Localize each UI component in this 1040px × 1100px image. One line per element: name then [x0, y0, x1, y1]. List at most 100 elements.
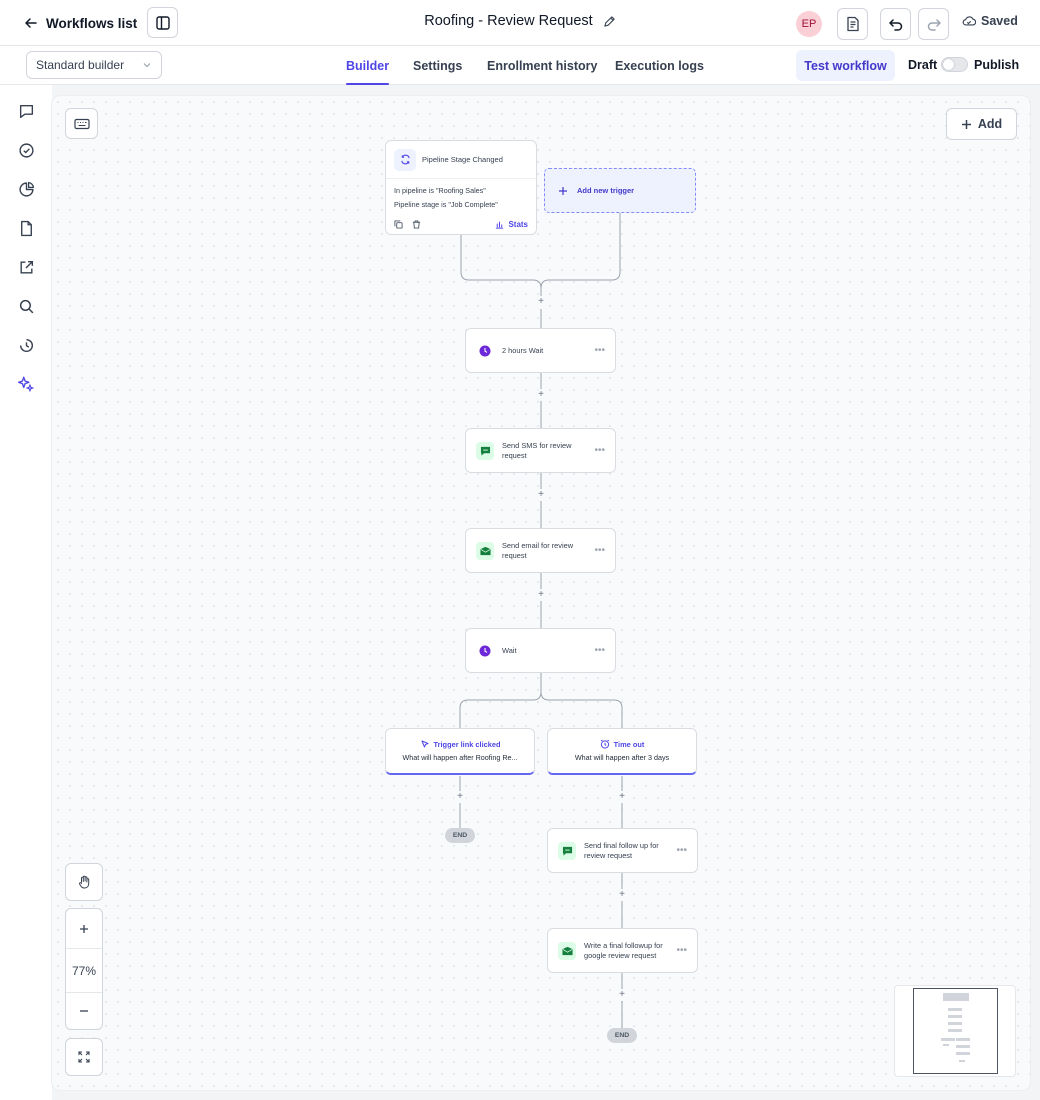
workflow-step[interactable]: Wait ••• [465, 628, 616, 673]
trigger-footer: Stats [394, 218, 528, 230]
external-link-icon[interactable] [16, 257, 36, 277]
link-click-icon [421, 740, 429, 748]
search-icon[interactable] [16, 296, 36, 316]
minimap[interactable] [894, 985, 1016, 1077]
branch-title: Time out [548, 739, 696, 749]
add-step-plus[interactable]: + [535, 389, 547, 401]
more-options-icon[interactable]: ••• [594, 645, 605, 656]
top-bar: Workflows list Roofing - Review Request … [0, 0, 1040, 46]
branch-desc: What will happen after Roofing Re... [402, 753, 518, 762]
keyboard-shortcuts-button[interactable] [65, 108, 98, 139]
add-step-plus[interactable]: + [454, 791, 466, 803]
branch-desc: What will happen after 3 days [574, 753, 670, 762]
zoom-level: 77% [66, 949, 102, 993]
saved-label: Saved [981, 14, 1018, 28]
sms-icon [476, 441, 494, 460]
workflow-step[interactable]: Send email for review request ••• [465, 528, 616, 573]
step-label: Send SMS for review request [502, 440, 572, 460]
trigger-title: Pipeline Stage Changed [422, 155, 503, 164]
workflow-step[interactable]: Send final follow up for review request … [547, 828, 698, 873]
document-check-icon [846, 16, 859, 32]
tab-enrollment-history[interactable]: Enrollment history [487, 46, 597, 85]
zoom-out-button[interactable] [66, 993, 102, 1029]
trigger-header: Pipeline Stage Changed [386, 141, 536, 179]
clock-icon [476, 642, 494, 660]
redo-icon [927, 19, 941, 31]
add-new-trigger-label: Add new trigger [577, 186, 635, 195]
sms-icon [558, 841, 576, 860]
add-new-trigger-button[interactable]: Add new trigger [544, 168, 696, 213]
add-step-plus[interactable]: + [616, 989, 628, 1001]
trigger-condition: Pipeline stage is "Job Complete" [394, 200, 498, 209]
add-step-plus[interactable]: + [535, 489, 547, 501]
publish-toggle[interactable] [941, 57, 968, 72]
branch-title-text: Time out [613, 739, 645, 749]
keyboard-icon [73, 118, 90, 129]
add-button[interactable]: Add [946, 108, 1017, 140]
copy-icon[interactable] [394, 219, 403, 229]
branch-title-text: Trigger link clicked [433, 739, 501, 749]
add-step-plus[interactable]: + [535, 589, 547, 601]
more-options-icon[interactable]: ••• [676, 945, 687, 956]
sparkle-icon[interactable] [16, 374, 36, 394]
email-icon [476, 541, 494, 560]
redo-button[interactable] [918, 8, 949, 40]
zoom-in-button[interactable] [66, 909, 102, 949]
workflow-step[interactable]: Write a final followup for google review… [547, 928, 698, 973]
publish-label: Publish [974, 58, 1020, 72]
add-step-plus[interactable]: + [616, 791, 628, 803]
add-label: Add [977, 117, 1003, 131]
branch-title: Trigger link clicked [386, 739, 534, 749]
tab-execution-logs[interactable]: Execution logs [615, 46, 704, 85]
check-circle-icon[interactable] [16, 140, 36, 160]
pan-tool-button[interactable] [65, 863, 103, 901]
alarm-icon [600, 739, 609, 749]
add-step-plus[interactable]: + [616, 889, 628, 901]
branch-trigger-link-clicked[interactable]: Trigger link clicked What will happen af… [385, 728, 535, 775]
chat-icon[interactable] [16, 101, 36, 121]
chevron-down-icon [143, 63, 151, 68]
more-options-icon[interactable]: ••• [676, 845, 687, 856]
add-step-plus[interactable]: + [535, 296, 547, 308]
avatar[interactable]: EP [796, 11, 822, 37]
step-label: Send email for review request [502, 540, 574, 560]
undo-icon [888, 19, 902, 31]
tab-builder[interactable]: Builder [346, 46, 390, 85]
trigger-condition: In pipeline is "Roofing Sales" [394, 186, 486, 195]
branch-time-out[interactable]: Time out What will happen after 3 days [547, 728, 697, 775]
workflow-canvas[interactable]: Add Pipeline Stage Changed In pipeline i… [52, 96, 1030, 1090]
more-options-icon[interactable]: ••• [594, 545, 605, 556]
file-icon[interactable] [16, 218, 36, 238]
step-label: 2 hours Wait [502, 345, 544, 355]
workflow-step[interactable]: Send SMS for review request ••• [465, 428, 616, 473]
trigger-card[interactable]: Pipeline Stage Changed In pipeline is "R… [385, 140, 537, 235]
fit-view-button[interactable] [65, 1038, 103, 1076]
step-label: Write a final followup for google review… [584, 940, 663, 960]
minus-icon [80, 1010, 88, 1012]
trash-icon[interactable] [412, 219, 421, 229]
pie-chart-icon[interactable] [16, 179, 36, 199]
workflow-notes-button[interactable] [837, 8, 868, 40]
step-label: Wait [502, 645, 517, 655]
undo-button[interactable] [880, 8, 911, 40]
fit-view-icon [78, 1051, 90, 1063]
more-options-icon[interactable]: ••• [594, 345, 605, 356]
test-workflow-button[interactable]: Test workflow [796, 50, 895, 81]
draft-label: Draft [908, 58, 938, 72]
stats-link[interactable]: Stats [495, 220, 528, 229]
pencil-icon[interactable] [603, 15, 616, 28]
refresh-icon [394, 148, 416, 171]
history-icon[interactable] [16, 335, 36, 355]
tab-settings[interactable]: Settings [413, 46, 462, 85]
clock-icon [476, 342, 494, 360]
email-icon [558, 941, 576, 960]
more-options-icon[interactable]: ••• [594, 445, 605, 456]
minimap-viewport[interactable] [913, 988, 998, 1074]
builder-type-select[interactable]: Standard builder [26, 51, 162, 79]
end-marker: END [607, 1028, 637, 1043]
zoom-controls: 77% [65, 908, 103, 1030]
trigger-conditions: In pipeline is "Roofing Sales" Pipeline … [386, 179, 536, 212]
bar-chart-icon [496, 221, 504, 229]
builder-type-value: Standard builder [36, 58, 125, 72]
workflow-step[interactable]: 2 hours Wait ••• [465, 328, 616, 373]
